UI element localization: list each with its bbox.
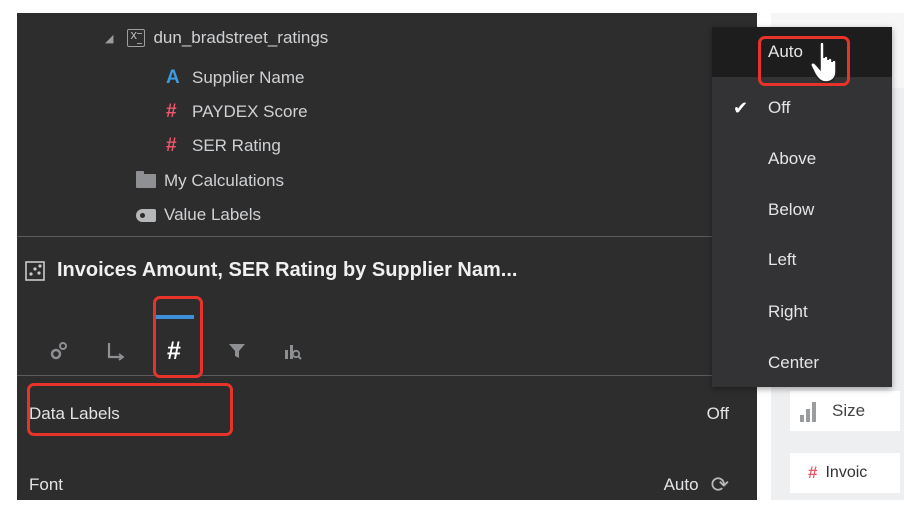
gears-icon <box>50 342 67 360</box>
property-label: Font <box>29 475 64 494</box>
spreadsheet-icon <box>127 27 146 47</box>
dataset-label: dun_bradstreet_ratings <box>153 28 329 47</box>
axis-icon <box>107 343 125 361</box>
size-label: Size <box>832 401 866 420</box>
size-drop-target[interactable]: Size <box>790 391 900 431</box>
tab-axis[interactable] <box>95 331 135 371</box>
invoice-measure-pill[interactable]: # Invoic <box>790 453 900 493</box>
measure-hash-icon: # <box>808 463 818 482</box>
measure-hash-icon: # <box>166 101 177 122</box>
checkmark-icon: ✔ <box>733 97 749 118</box>
size-bars-icon <box>798 400 822 422</box>
menu-item-label: Above <box>768 149 817 168</box>
tree-item-ser-rating[interactable]: # SER Rating <box>166 131 281 161</box>
tree-item-label: Supplier Name <box>192 68 305 87</box>
menu-item-label: Left <box>768 250 797 269</box>
tree-item-my-calculations[interactable]: My Calculations <box>136 166 284 196</box>
measure-hash-icon: # <box>166 135 177 156</box>
folder-icon <box>136 171 156 188</box>
tree-item-label: SER Rating <box>192 136 281 155</box>
analytics-icon <box>285 345 302 360</box>
tree-item-supplier-name[interactable]: A Supplier Name <box>166 63 304 93</box>
menu-item-label: Center <box>768 353 820 372</box>
tab-filters[interactable] <box>217 331 257 371</box>
scatter-chart-icon <box>25 260 45 281</box>
filter-icon <box>229 344 245 358</box>
property-value[interactable]: Auto ⟳ <box>664 472 729 498</box>
tabs-divider <box>17 375 757 376</box>
property-value-dropdown[interactable]: Off <box>707 404 729 424</box>
refresh-icon[interactable]: ⟳ <box>711 472 729 498</box>
menu-item-off[interactable]: ✔ Off <box>712 83 892 133</box>
tree-item-value-labels[interactable]: Value Labels <box>136 200 261 230</box>
text-attribute-icon: A <box>166 67 180 88</box>
expand-triangle-icon[interactable]: ◢ <box>105 32 113 45</box>
menu-item-label: Right <box>768 302 808 321</box>
tab-general[interactable] <box>39 331 79 371</box>
menu-item-center[interactable]: Center <box>712 338 892 388</box>
menu-item-label: Off <box>768 98 791 117</box>
tab-analytics[interactable] <box>272 331 312 371</box>
menu-item-above[interactable]: Above <box>712 134 892 184</box>
menu-item-left[interactable]: Left <box>712 235 892 285</box>
tree-item-paydex-score[interactable]: # PAYDEX Score <box>166 97 308 127</box>
highlight-values-tab <box>153 296 203 378</box>
tag-icon <box>136 208 156 222</box>
highlight-auto-option <box>758 36 850 86</box>
tree-item-label: Value Labels <box>164 205 262 224</box>
tree-item-label: PAYDEX Score <box>192 102 308 121</box>
visualization-title: Invoices Amount, SER Rating by Supplier … <box>25 259 517 282</box>
tree-item-label: My Calculations <box>164 171 284 190</box>
section-divider <box>17 236 757 237</box>
property-font[interactable]: Font Auto ⟳ <box>29 470 729 500</box>
tree-dataset-row[interactable]: ◢ dun_bradstreet_ratings <box>105 23 328 53</box>
invoice-label: Invoic <box>825 464 868 481</box>
font-value: Auto <box>663 475 699 494</box>
menu-item-right[interactable]: Right <box>712 287 892 337</box>
highlight-data-labels <box>27 383 233 436</box>
menu-item-label: Below <box>768 200 815 219</box>
visualization-title-text: Invoices Amount, SER Rating by Supplier … <box>57 259 518 281</box>
menu-item-below[interactable]: Below <box>712 185 892 235</box>
